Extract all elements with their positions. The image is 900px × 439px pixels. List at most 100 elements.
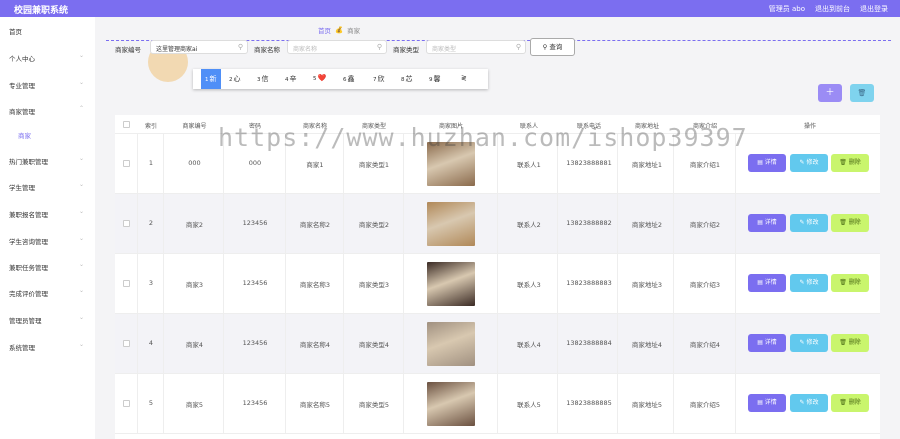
ime-candidate[interactable]: 9馨	[429, 74, 441, 84]
button-label: 修改	[806, 219, 819, 226]
column-divider	[403, 194, 404, 253]
column-divider	[343, 194, 344, 253]
trash-icon: 🗑	[857, 89, 867, 97]
sidebar-item-system[interactable]: 系统管理 ⌄	[0, 341, 95, 353]
sidebar-item-hot-jobs[interactable]: 热门兼职管理 ⌄	[0, 155, 95, 167]
ime-candidate[interactable]: 5❤️	[313, 74, 326, 82]
file-icon: ▤	[757, 339, 765, 346]
column-divider	[223, 314, 224, 373]
column-divider	[735, 194, 736, 253]
chevron-down-icon: ⌄	[79, 235, 85, 242]
delete-button[interactable]: 🗑 删除	[831, 154, 869, 172]
delete-button[interactable]: 🗑 删除	[831, 214, 869, 232]
ime-candidate[interactable]: 8芯	[401, 74, 413, 84]
sidebar-item-tasks[interactable]: 兼职任务管理 ⌄	[0, 261, 95, 273]
merchant-type-label: 商家类型	[393, 46, 419, 54]
merchant-type-placeholder: 商家类型	[432, 46, 457, 53]
sidebar-item-label: 兼职报名管理	[9, 211, 48, 219]
merchant-code-input[interactable]: 这里管理商家ai ⚲	[150, 40, 248, 54]
file-icon: ▤	[757, 399, 765, 406]
sidebar-item-signup[interactable]: 兼职报名管理 ⌄	[0, 208, 95, 220]
row-checkbox[interactable]	[123, 280, 130, 287]
ime-candidate[interactable]: 4辛	[285, 74, 297, 84]
cell-index: 3	[148, 279, 154, 287]
cell-index: 2	[148, 219, 154, 227]
ime-candidate[interactable]: 2心	[229, 74, 241, 84]
merchant-image	[427, 382, 475, 426]
column-divider	[343, 314, 344, 373]
edit-button[interactable]: ✎ 修改	[790, 214, 828, 232]
ime-candidate[interactable]: 7欣	[373, 74, 385, 84]
column-divider	[497, 374, 498, 433]
cell-type: 商家类型4	[358, 341, 390, 349]
column-divider	[735, 254, 736, 313]
edit-button[interactable]: ✎ 修改	[790, 154, 828, 172]
cell-password: 123456	[242, 279, 268, 287]
column-divider	[137, 314, 138, 373]
ime-candidate[interactable]: 6鑫	[343, 74, 355, 84]
sidebar-item-students[interactable]: 学生管理 ⌄	[0, 181, 95, 193]
trash-icon: 🗑	[839, 219, 849, 226]
row-checkbox[interactable]	[123, 160, 130, 167]
cell-password: 123456	[242, 219, 268, 227]
logout-link[interactable]: 退出登录	[860, 4, 888, 14]
select-all-checkbox[interactable]	[123, 121, 130, 128]
ime-expand-icon[interactable]: ≷	[461, 74, 467, 82]
column-divider	[285, 194, 286, 253]
ime-candidate[interactable]: 3信	[257, 74, 269, 84]
delete-button[interactable]: 🗑 删除	[831, 394, 869, 412]
exit-front-link[interactable]: 退出到前台	[815, 4, 850, 14]
breadcrumb-home[interactable]: 首页	[318, 25, 331, 35]
sidebar-item-reviews[interactable]: 完成评价管理 ⌄	[0, 287, 95, 299]
column-divider	[497, 254, 498, 313]
sidebar-item-consult[interactable]: 学生咨询管理 ⌄	[0, 235, 95, 247]
delete-button[interactable]: 🗑 删除	[831, 274, 869, 292]
cell-contact: 联系人4	[517, 341, 541, 349]
sidebar-item-home[interactable]: 首页	[0, 25, 95, 37]
trash-icon: 🗑	[839, 159, 849, 166]
sidebar-item-label: 商家	[18, 132, 31, 140]
merchant-type-input[interactable]: 商家类型 ⚲	[426, 40, 526, 54]
button-label: 修改	[806, 159, 819, 166]
breadcrumb: 首页 💰 商家	[318, 25, 360, 35]
add-button[interactable]: ＋	[818, 84, 842, 102]
row-checkbox[interactable]	[123, 220, 130, 227]
detail-button[interactable]: ▤ 详情	[748, 214, 786, 232]
merchant-name-input[interactable]: 商家名称 ⚲	[287, 40, 387, 54]
edit-button[interactable]: ✎ 修改	[790, 334, 828, 352]
cell-code: 商家5	[185, 401, 204, 409]
button-label: 详情	[764, 339, 777, 346]
cell-address: 商家地址4	[631, 341, 663, 349]
money-bag-icon: 💰	[335, 26, 344, 34]
chevron-down-icon: ⌄	[79, 181, 85, 188]
cell-index: 5	[148, 399, 154, 407]
edit-button[interactable]: ✎ 修改	[790, 274, 828, 292]
delete-button[interactable]: 🗑 删除	[831, 334, 869, 352]
cell-type: 商家类型5	[358, 401, 390, 409]
cell-index: 4	[148, 339, 154, 347]
table-row: 3 商家3 123456 商家名称3 商家类型3 联系人3 13823888883 商家地址3…	[115, 254, 880, 314]
detail-button[interactable]: ▤ 详情	[748, 274, 786, 292]
query-button[interactable]: ⚲ 查询	[530, 38, 575, 56]
sidebar-item-label: 热门兼职管理	[9, 158, 48, 166]
row-checkbox[interactable]	[123, 340, 130, 347]
sidebar-item-label: 个人中心	[9, 55, 35, 63]
detail-button[interactable]: ▤ 详情	[748, 394, 786, 412]
detail-button[interactable]: ▤ 详情	[748, 154, 786, 172]
detail-button[interactable]: ▤ 详情	[748, 334, 786, 352]
ime-candidate[interactable]: 1新	[201, 69, 221, 89]
column-divider	[497, 314, 498, 373]
row-checkbox[interactable]	[123, 400, 130, 407]
sidebar-item-major[interactable]: 专业管理 ⌄	[0, 79, 95, 91]
sidebar-item-admins[interactable]: 管理员管理 ⌄	[0, 314, 95, 326]
batch-delete-button[interactable]: 🗑	[850, 84, 874, 102]
sidebar-item-profile[interactable]: 个人中心 ⌄	[0, 52, 95, 64]
table-row: 4 商家4 123456 商家名称4 商家类型4 联系人4 13823888884 商家地址4…	[115, 314, 880, 374]
sidebar-item-merchant-mgmt[interactable]: 商家管理 ⌃	[0, 105, 95, 117]
edit-button[interactable]: ✎ 修改	[790, 394, 828, 412]
sidebar-subitem-merchant[interactable]: 商家	[0, 129, 95, 141]
col-index: 索引	[144, 123, 157, 130]
merchant-image	[427, 322, 475, 366]
sidebar-item-label: 兼职任务管理	[9, 264, 48, 272]
column-divider	[285, 374, 286, 433]
